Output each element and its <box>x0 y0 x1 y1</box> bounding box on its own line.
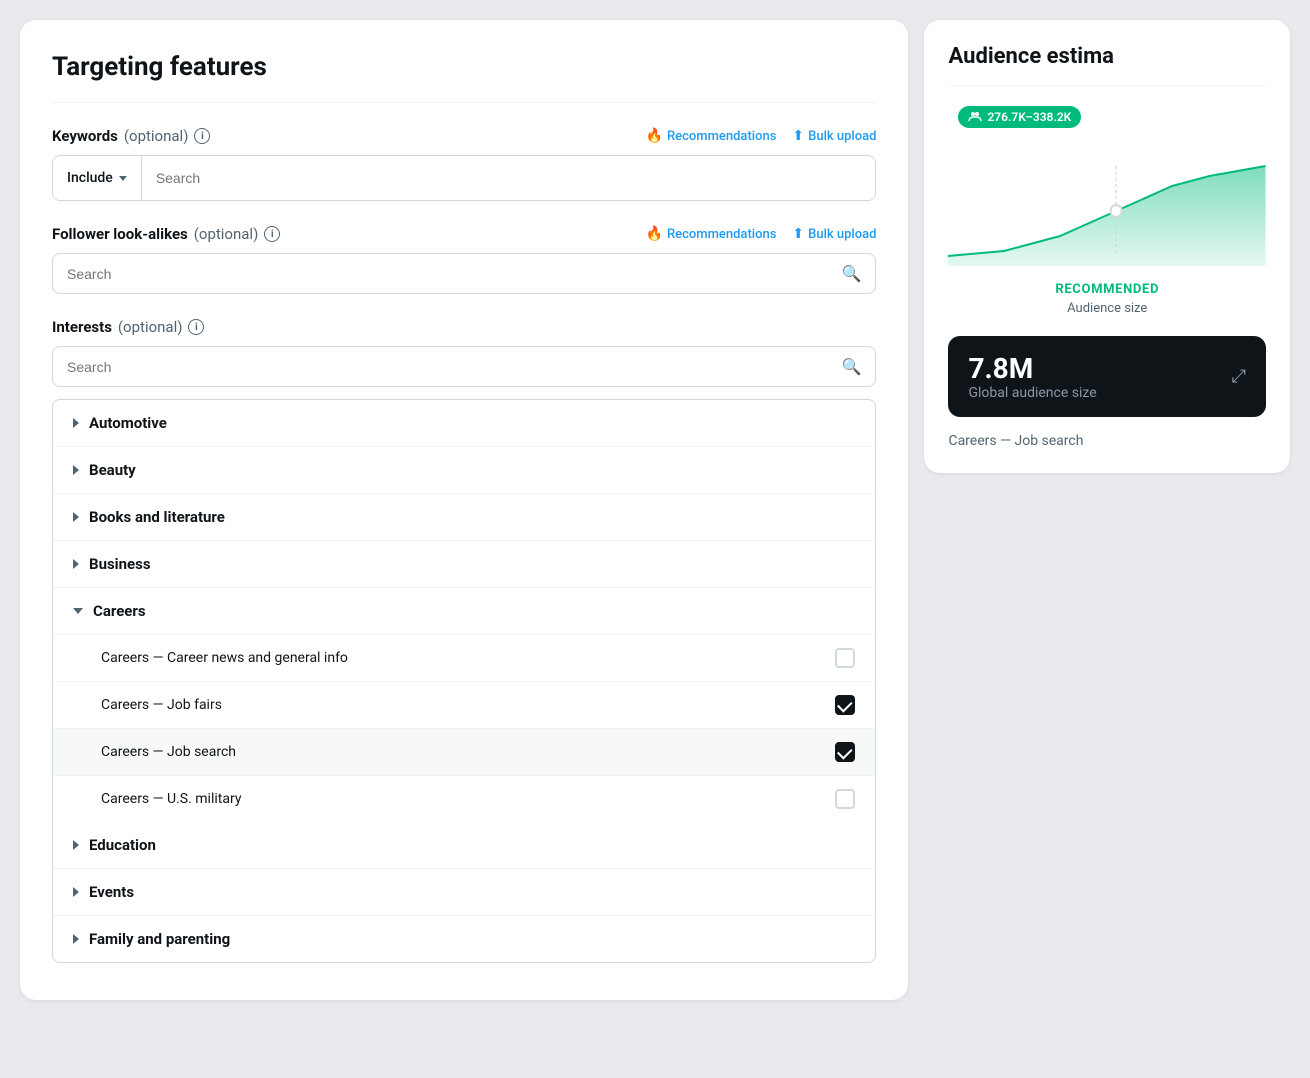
audience-size-label: Audience size <box>948 301 1266 316</box>
subcategory-row-us-military[interactable]: Careers — U.S. military <box>53 776 875 822</box>
audience-panel: Audience estima 276.7K–338.2K <box>924 20 1290 473</box>
upload-icon-2: ⬆ <box>792 226 804 242</box>
category-name-family: Family and parenting <box>89 930 230 948</box>
category-name-automotive: Automotive <box>89 414 167 432</box>
follower-label: Follower look-alikes (optional) i <box>52 225 280 243</box>
follower-section-header: Follower look-alikes (optional) i 🔥 Reco… <box>52 225 876 243</box>
include-chevron-down-icon <box>119 176 127 181</box>
category-row-education[interactable]: Education <box>53 822 875 869</box>
subcategory-name-job-search: Careers — Job search <box>101 744 236 760</box>
interests-section-header: Interests (optional) i <box>52 318 876 336</box>
keywords-info-icon[interactable]: i <box>194 128 210 144</box>
global-audience-box: 7.8M Global audience size ⤢ <box>948 336 1266 417</box>
follower-recommendations-link[interactable]: 🔥 Recommendations <box>646 226 777 242</box>
careers-subcategories: Careers — Career news and general info C… <box>53 635 875 822</box>
checkbox-job-search[interactable] <box>835 742 855 762</box>
category-row-beauty[interactable]: Beauty <box>53 447 875 494</box>
top-divider <box>52 102 876 103</box>
category-row-careers[interactable]: Careers <box>53 588 875 635</box>
panel-title: Targeting features <box>52 52 876 82</box>
interests-search-input[interactable] <box>67 359 834 375</box>
keywords-section-header: Keywords (optional) i 🔥 Recommendations … <box>52 127 876 145</box>
flame-icon: 🔥 <box>646 128 663 144</box>
chevron-down-icon-careers <box>73 608 83 614</box>
include-dropdown-label: Include <box>67 170 113 186</box>
category-row-business[interactable]: Business <box>53 541 875 588</box>
category-name-beauty: Beauty <box>89 461 136 479</box>
checkbox-job-fairs[interactable] <box>835 695 855 715</box>
follower-bulk-upload-link[interactable]: ⬆ Bulk upload <box>792 226 876 242</box>
checkbox-career-news[interactable] <box>835 648 855 668</box>
chevron-right-icon-books <box>73 512 79 522</box>
chart-area: 276.7K–338.2K <box>948 106 1266 266</box>
interests-dropdown: Automotive Beauty Books and literature B… <box>52 399 876 963</box>
follower-search-input[interactable] <box>67 266 834 282</box>
targeting-panel: Targeting features Keywords (optional) i… <box>20 20 908 1000</box>
category-name-books: Books and literature <box>89 508 225 526</box>
subcategory-name-career-news: Careers — Career news and general info <box>101 650 348 666</box>
category-name-events: Events <box>89 883 134 901</box>
interests-info-icon[interactable]: i <box>188 319 204 335</box>
recommended-label: RECOMMENDED <box>948 282 1266 297</box>
audience-title: Audience estima <box>948 44 1266 69</box>
follower-info-icon[interactable]: i <box>264 226 280 242</box>
chevron-right-icon-beauty <box>73 465 79 475</box>
expand-icon[interactable]: ⤢ <box>1232 366 1246 387</box>
category-name-education: Education <box>89 836 156 854</box>
include-dropdown[interactable]: Include <box>53 156 142 200</box>
category-row-books[interactable]: Books and literature <box>53 494 875 541</box>
chevron-right-icon <box>73 418 79 428</box>
audience-chart <box>948 136 1266 266</box>
audience-divider <box>948 85 1266 86</box>
subcategory-name-job-fairs: Careers — Job fairs <box>101 697 222 713</box>
keywords-search-input[interactable] <box>142 156 876 200</box>
interests-label: Interests (optional) i <box>52 318 204 336</box>
category-row-family[interactable]: Family and parenting <box>53 916 875 962</box>
keywords-recommendations-link[interactable]: 🔥 Recommendations <box>646 128 777 144</box>
category-row-events[interactable]: Events <box>53 869 875 916</box>
upload-icon: ⬆ <box>792 128 804 144</box>
subcategory-row-job-search[interactable]: Careers — Job search <box>53 729 875 776</box>
interests-search-wrap: 🔍 <box>52 346 876 387</box>
global-audience-number: 7.8M <box>968 352 1096 385</box>
chevron-right-icon-family <box>73 934 79 944</box>
keywords-bulk-upload-link[interactable]: ⬆ Bulk upload <box>792 128 876 144</box>
category-row-automotive[interactable]: Automotive <box>53 400 875 447</box>
keywords-input-row: Include <box>52 155 876 201</box>
follower-actions: 🔥 Recommendations ⬆ Bulk upload <box>646 226 877 242</box>
chevron-right-icon-events <box>73 887 79 897</box>
checkbox-us-military[interactable] <box>835 789 855 809</box>
chevron-right-icon-education <box>73 840 79 850</box>
global-audience-content: 7.8M Global audience size <box>968 352 1096 401</box>
global-audience-label: Global audience size <box>968 385 1096 401</box>
interests-search-icon: 🔍 <box>842 357 862 376</box>
keywords-actions: 🔥 Recommendations ⬆ Bulk upload <box>646 128 877 144</box>
subcategory-name-us-military: Careers — U.S. military <box>101 791 241 807</box>
flame-icon-2: 🔥 <box>646 226 663 242</box>
people-icon <box>968 110 982 124</box>
keywords-label: Keywords (optional) i <box>52 127 210 145</box>
subcategory-row-career-news[interactable]: Careers — Career news and general info <box>53 635 875 682</box>
category-name-business: Business <box>89 555 151 573</box>
chevron-right-icon-business <box>73 559 79 569</box>
career-tag: Careers — Job search <box>948 433 1266 449</box>
category-name-careers: Careers <box>93 602 146 620</box>
follower-search-wrap: 🔍 <box>52 253 876 294</box>
audience-badge-text: 276.7K–338.2K <box>987 110 1071 124</box>
subcategory-row-job-fairs[interactable]: Careers — Job fairs <box>53 682 875 729</box>
audience-badge: 276.7K–338.2K <box>958 106 1081 128</box>
follower-search-icon: 🔍 <box>842 264 862 283</box>
